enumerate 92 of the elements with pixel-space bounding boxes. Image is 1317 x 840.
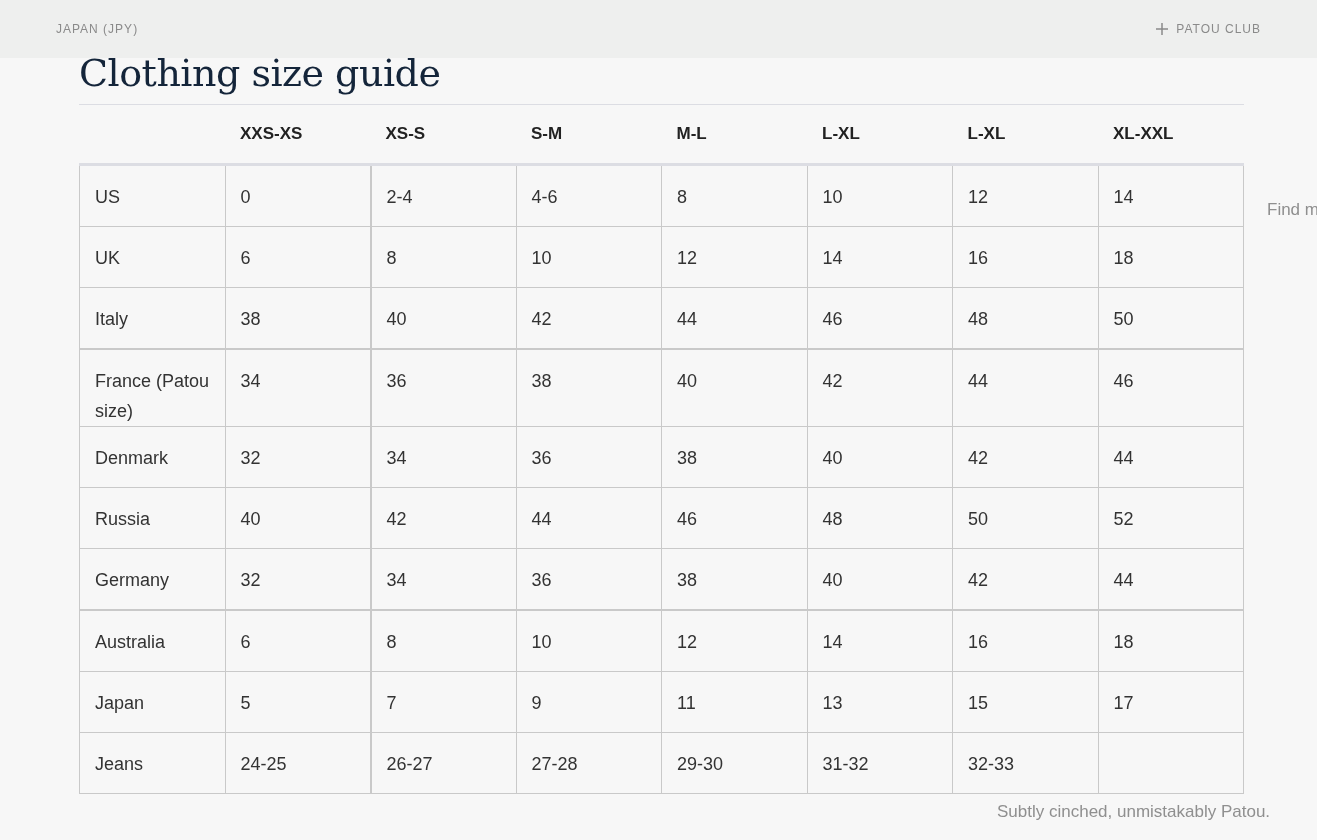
row-label: Australia [79, 610, 225, 672]
table-cell: 7 [370, 671, 516, 733]
column-header: XL-XXL [1098, 105, 1244, 165]
table-cell: 36 [516, 426, 662, 488]
column-header: S-M [516, 105, 662, 165]
product-tagline: Subtly cinched, unmistakably Patou. [997, 802, 1271, 822]
table-cell: 38 [516, 349, 662, 427]
table-cell: 44 [1098, 548, 1244, 610]
table-cell: 48 [807, 487, 953, 549]
table-cell: 18 [1098, 226, 1244, 288]
table-cell: 36 [516, 548, 662, 610]
table-cell: 34 [225, 349, 371, 427]
currency-selector[interactable]: JAPAN (JPY) [56, 22, 139, 36]
table-cell: 12 [661, 226, 807, 288]
table-cell: 46 [1098, 349, 1244, 427]
table-cell: 5 [225, 671, 371, 733]
table-cell: 9 [516, 671, 662, 733]
table-cell: 14 [1098, 164, 1244, 227]
table-cell: 6 [225, 226, 371, 288]
row-label: US [79, 164, 225, 227]
column-header: L-XL [807, 105, 953, 165]
column-header: M-L [661, 105, 807, 165]
table-cell: 46 [807, 287, 953, 349]
table-cell: 8 [370, 226, 516, 288]
table-cell: 12 [661, 610, 807, 672]
size-guide-link[interactable]: Find m [1267, 200, 1317, 220]
table-cell: 36 [370, 349, 516, 427]
row-label: Denmark [79, 426, 225, 488]
table-cell: 52 [1098, 487, 1244, 549]
row-label: Jeans [79, 732, 225, 794]
table-cell: 29-30 [661, 732, 807, 794]
table-cell: 18 [1098, 610, 1244, 672]
table-cell: 50 [952, 487, 1098, 549]
table-cell: 24-25 [225, 732, 371, 794]
table-cell: 38 [661, 548, 807, 610]
table-cell: 44 [952, 349, 1098, 427]
table-cell: 13 [807, 671, 953, 733]
table-cell: 8 [661, 164, 807, 227]
table-cell: 40 [661, 349, 807, 427]
plus-icon [1156, 23, 1169, 35]
table-cell: 10 [516, 610, 662, 672]
table-cell: 44 [661, 287, 807, 349]
table-cell: 46 [661, 487, 807, 549]
table-cell: 8 [370, 610, 516, 672]
table-cell: 42 [952, 548, 1098, 610]
table-cell: 44 [516, 487, 662, 549]
table-cell: 6 [225, 610, 371, 672]
table-cell: 16 [952, 226, 1098, 288]
table-cell: 38 [661, 426, 807, 488]
table-cell: 27-28 [516, 732, 662, 794]
table-cell: 32-33 [952, 732, 1098, 794]
table-cell: 10 [807, 164, 953, 227]
table-cell: 0 [225, 164, 371, 227]
row-label: Japan [79, 671, 225, 733]
row-label: France (Patou size) [79, 349, 225, 427]
table-cell: 15 [952, 671, 1098, 733]
table-cell: 4-6 [516, 164, 662, 227]
table-cell: 44 [1098, 426, 1244, 488]
table-cell: 40 [807, 548, 953, 610]
table-cell: 42 [516, 287, 662, 349]
column-header: L-XL [952, 105, 1098, 165]
column-header: XXS-XS [225, 105, 371, 165]
table-cell: 40 [225, 487, 371, 549]
table-cell: 10 [516, 226, 662, 288]
table-cell: 14 [807, 610, 953, 672]
row-label: Italy [79, 287, 225, 349]
table-cell: 2-4 [370, 164, 516, 227]
table-cell: 34 [370, 548, 516, 610]
column-header: XS-S [370, 105, 516, 165]
table-cell: 11 [661, 671, 807, 733]
table-cell: 42 [952, 426, 1098, 488]
table-cell: 42 [370, 487, 516, 549]
table-cell: 40 [807, 426, 953, 488]
table-cell: 14 [807, 226, 953, 288]
table-cell: 31-32 [807, 732, 953, 794]
table-cell: 32 [225, 548, 371, 610]
table-cell: 38 [225, 287, 371, 349]
table-cell: 40 [370, 287, 516, 349]
club-link[interactable]: PATOU CLUB [1176, 22, 1261, 36]
row-label: Russia [79, 487, 225, 549]
table-cell: 34 [370, 426, 516, 488]
modal-title: Clothing size guide [79, 50, 1244, 105]
table-cell: 50 [1098, 287, 1244, 349]
table-cell: 17 [1098, 671, 1244, 733]
table-cell: 16 [952, 610, 1098, 672]
table-cell: 42 [807, 349, 953, 427]
table-cell: 48 [952, 287, 1098, 349]
row-label: UK [79, 226, 225, 288]
table-cell: 26-27 [370, 732, 516, 794]
table-cell: 32 [225, 426, 371, 488]
table-cell: 12 [952, 164, 1098, 227]
row-label: Germany [79, 548, 225, 610]
